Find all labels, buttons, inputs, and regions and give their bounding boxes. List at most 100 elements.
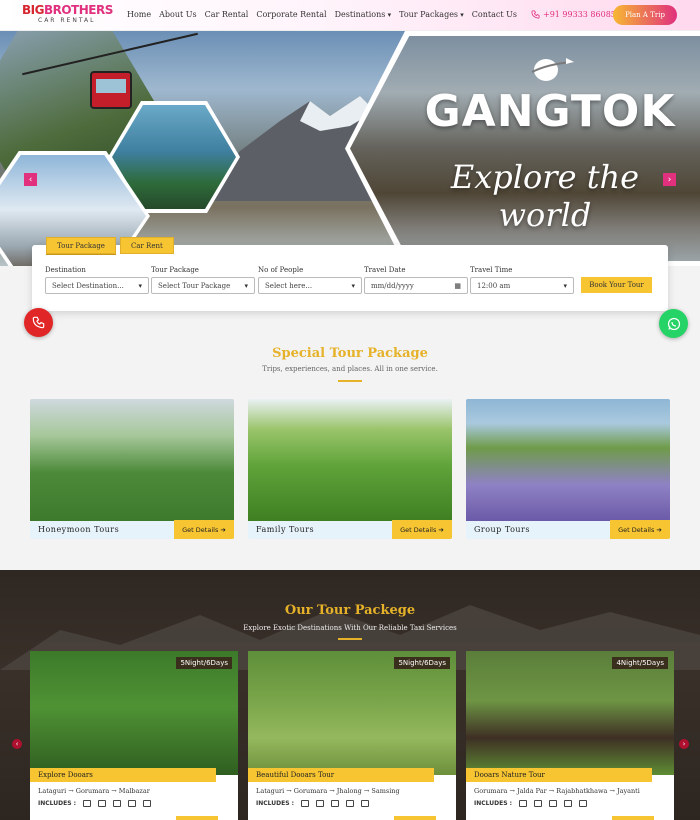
special-section-title: Special Tour Package xyxy=(272,346,428,361)
tour-card-dooars-nature[interactable]: 4Night/5Days Dooars Nature Tour Gorumara… xyxy=(466,651,674,820)
tour-card-button[interactable] xyxy=(176,816,218,820)
arrow-right-icon: ➔ xyxy=(438,525,444,534)
package-card-family[interactable]: Family Tours Get Details ➔ xyxy=(248,399,452,539)
nav-car-rental[interactable]: Car Rental xyxy=(205,10,249,19)
whatsapp-float-button[interactable] xyxy=(659,309,688,338)
title-underline xyxy=(338,380,362,382)
travel-time-select[interactable]: 12:00 am ▾ xyxy=(470,277,574,294)
nav-destinations-dropdown[interactable]: Destinations xyxy=(335,10,392,19)
travel-date-input[interactable]: mm/dd/yyyy ▦ xyxy=(364,277,468,294)
tour-card-button[interactable] xyxy=(612,816,654,820)
travel-date-field: Travel Date mm/dd/yyyy ▦ xyxy=(364,266,468,294)
destination-label: Destination xyxy=(45,266,86,274)
hotel-icon xyxy=(519,800,528,807)
tour-section-subtitle: Explore Exotic Destinations With Our Rel… xyxy=(243,624,457,632)
nav-corporate-rental[interactable]: Corporate Rental xyxy=(256,10,326,19)
booking-form: Destination Select Destination... ▾ Tour … xyxy=(32,245,668,311)
people-select[interactable]: Select here... ▾ xyxy=(258,277,362,294)
globe-plane-icon xyxy=(531,58,574,81)
package-name: Honeymoon Tours xyxy=(38,525,120,534)
tab-car-rent[interactable]: Car Rent xyxy=(119,237,174,254)
get-details-button[interactable]: Get Details ➔ xyxy=(610,520,670,539)
tours-prev-arrow[interactable]: ‹ xyxy=(12,739,22,749)
tour-route: Lataguri → Gorumara → Jhalong → Samsing xyxy=(256,787,400,795)
duration-badge: 4Night/5Days xyxy=(612,657,668,669)
hero-prev-arrow[interactable]: ‹ xyxy=(24,173,37,186)
travel-date-label: Travel Date xyxy=(364,266,406,274)
hero-subtitle: Explore the world xyxy=(450,158,640,234)
get-details-button[interactable]: Get Details ➔ xyxy=(392,520,452,539)
phone-icon xyxy=(531,10,540,19)
phone-icon xyxy=(32,316,45,329)
tour-package-label: Tour Package xyxy=(151,266,199,274)
group-photo xyxy=(466,399,670,521)
nav-tour-packages-dropdown[interactable]: Tour Packages xyxy=(399,10,464,19)
nav-about-us[interactable]: About Us xyxy=(159,10,196,19)
call-float-button[interactable] xyxy=(24,308,53,337)
person-icon xyxy=(579,800,588,807)
tour-name: Dooars Nature Tour xyxy=(466,768,652,782)
whatsapp-icon xyxy=(667,317,680,330)
book-your-tour-button[interactable]: Book Your Tour xyxy=(581,277,652,293)
honeymoon-photo xyxy=(30,399,234,521)
plan-a-trip-button[interactable]: Plan A Trip xyxy=(613,5,677,25)
rhino-photo xyxy=(248,651,456,775)
destination-field: Destination Select Destination... ▾ xyxy=(45,266,149,294)
tour-package-select[interactable]: Select Tour Package ▾ xyxy=(151,277,255,294)
booking-tabs: Tour Package Car Rent xyxy=(46,237,178,254)
car-icon xyxy=(316,800,325,807)
arrow-right-icon: ➔ xyxy=(220,525,226,534)
package-card-group[interactable]: Group Tours Get Details ➔ xyxy=(466,399,670,539)
main-nav: Home About Us Car Rental Corporate Renta… xyxy=(127,10,525,19)
bison-photo xyxy=(466,651,674,775)
tour-package-field: Tour Package Select Tour Package ▾ xyxy=(151,266,255,294)
brand-logo[interactable]: BIGBROTHERS CAR RENTAL xyxy=(22,4,116,28)
hero-title: GANGTOK xyxy=(424,86,676,137)
hero-banner: GANGTOK Explore the world ‹ › xyxy=(0,31,700,266)
header-phone-number: +91 99333 86085 xyxy=(543,10,616,19)
tour-card-explore-dooars[interactable]: 5Night/6Days Explore Dooars Lataguri → G… xyxy=(30,651,238,820)
elephant-photo xyxy=(30,651,238,775)
person-icon xyxy=(361,800,370,807)
building-icon xyxy=(113,800,122,807)
people-label: No of People xyxy=(258,266,304,274)
logo-text-brothers: BROTHERS xyxy=(43,3,113,17)
travel-time-field: Travel Time 12:00 am ▾ xyxy=(470,266,574,294)
tour-name: Beautiful Dooars Tour xyxy=(248,768,434,782)
package-name: Group Tours xyxy=(474,525,530,534)
package-card-honeymoon[interactable]: Honeymoon Tours Get Details ➔ xyxy=(30,399,234,539)
sightseeing-icon xyxy=(346,800,355,807)
nav-home[interactable]: Home xyxy=(127,10,151,19)
hotel-icon xyxy=(301,800,310,807)
arrow-right-icon: ➔ xyxy=(656,525,662,534)
tours-next-arrow[interactable]: › xyxy=(679,739,689,749)
header-phone[interactable]: +91 99333 86085 xyxy=(531,10,616,19)
building-icon xyxy=(549,800,558,807)
top-navbar: BIGBROTHERS CAR RENTAL Home About Us Car… xyxy=(0,0,700,31)
nav-contact-us[interactable]: Contact Us xyxy=(472,10,517,19)
hero-next-arrow[interactable]: › xyxy=(663,173,676,186)
travel-time-label: Travel Time xyxy=(470,266,513,274)
person-icon xyxy=(143,800,152,807)
hotel-icon xyxy=(83,800,92,807)
duration-badge: 5Night/6Days xyxy=(176,657,232,669)
calendar-icon: ▦ xyxy=(454,281,461,290)
get-details-button[interactable]: Get Details ➔ xyxy=(174,520,234,539)
people-field: No of People Select here... ▾ xyxy=(258,266,362,294)
tour-route: Gorumara → Jalda Par → Rajabhatkhawa → J… xyxy=(474,787,640,795)
package-name: Family Tours xyxy=(256,525,315,534)
includes-row: INCLUDES : xyxy=(38,800,152,807)
logo-subtext: CAR RENTAL xyxy=(38,17,96,24)
chevron-down-icon: ▾ xyxy=(138,281,142,290)
chevron-down-icon: ▾ xyxy=(351,281,355,290)
chevron-down-icon: ▾ xyxy=(244,281,248,290)
tour-card-beautiful-dooars[interactable]: 5Night/6Days Beautiful Dooars Tour Latag… xyxy=(248,651,456,820)
sightseeing-icon xyxy=(564,800,573,807)
tour-section-title: Our Tour Packege xyxy=(284,603,416,618)
chevron-down-icon: ▾ xyxy=(563,281,567,290)
tab-tour-package[interactable]: Tour Package xyxy=(46,237,116,254)
destination-select[interactable]: Select Destination... ▾ xyxy=(45,277,149,294)
tour-card-button[interactable] xyxy=(394,816,436,820)
tour-route: Lataguri → Gorumara → Malbazar xyxy=(38,787,150,795)
cable-car-graphic xyxy=(90,71,132,109)
